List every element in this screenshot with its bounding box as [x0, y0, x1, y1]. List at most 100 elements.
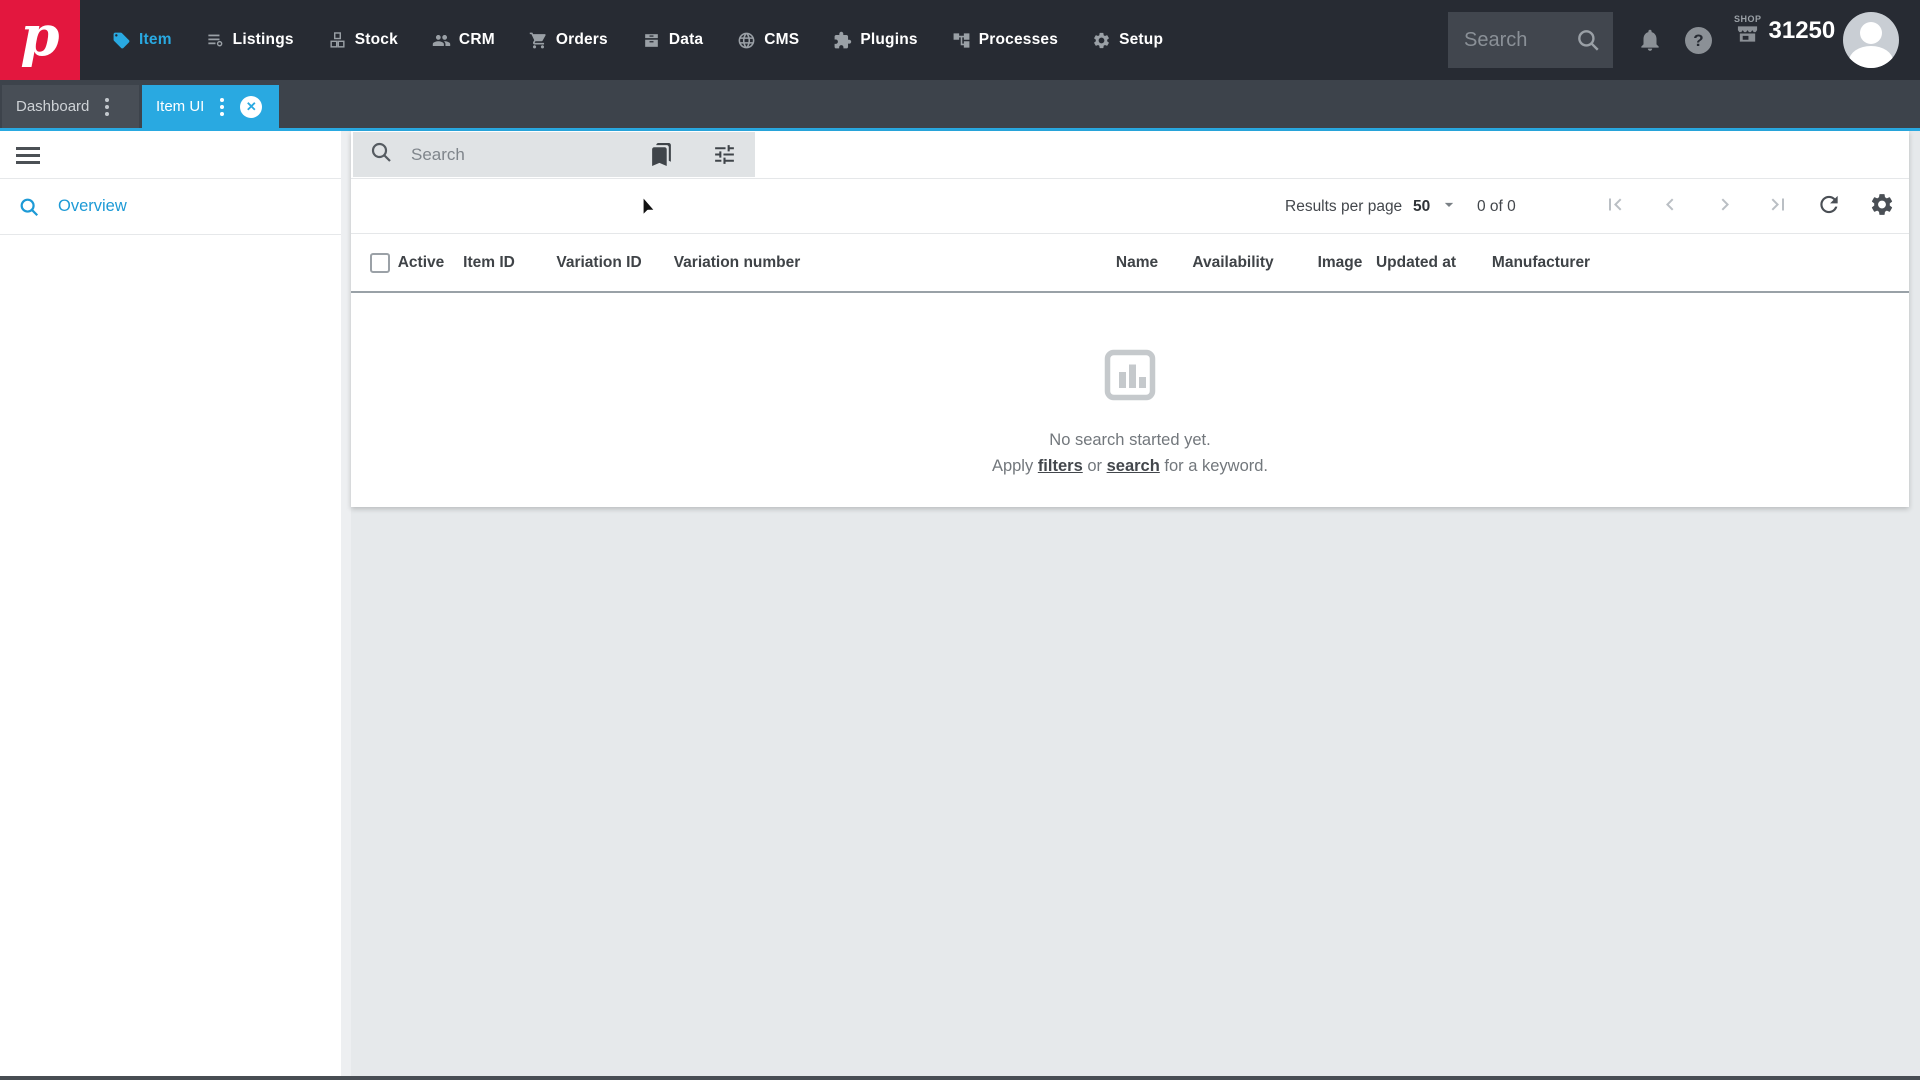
menu-item-label: Listings: [233, 31, 294, 49]
gear-icon: [1869, 191, 1895, 217]
menu-toggle-button[interactable]: [16, 147, 40, 165]
tab-label: Dashboard: [16, 98, 89, 115]
select-all-checkbox[interactable]: [370, 253, 390, 273]
results-per-page-select[interactable]: 50: [1413, 198, 1430, 216]
tab-menu-kebab-icon[interactable]: [101, 94, 113, 120]
item-search-card: Results per page 50 0 of 0: [351, 131, 1909, 507]
menu-item-orders[interactable]: Orders: [529, 31, 608, 50]
empty-state: No search started yet. Apply filters or …: [351, 295, 1909, 476]
hint-text: or: [1083, 457, 1107, 475]
puzzle-icon: [833, 31, 852, 50]
item-search-field[interactable]: [353, 132, 755, 177]
chevron-right-icon: [1713, 192, 1737, 216]
last-page-button[interactable]: [1766, 192, 1790, 221]
shop-id-value: 31250: [1769, 18, 1836, 44]
menu-item-cms[interactable]: CMS: [737, 31, 799, 50]
first-page-button[interactable]: [1603, 192, 1627, 221]
empty-state-hint: Apply filters or search for a keyword.: [351, 457, 1909, 476]
avatar-head: [1860, 22, 1882, 44]
menu-item-data[interactable]: Data: [642, 31, 703, 50]
menu-item-label: Setup: [1119, 31, 1163, 49]
menu-item-item[interactable]: Item: [112, 31, 172, 50]
menu-item-processes[interactable]: Processes: [952, 31, 1058, 50]
previous-page-button[interactable]: [1658, 192, 1682, 221]
storefront-icon: SHOP: [1734, 14, 1762, 44]
column-header-name[interactable]: Name: [1116, 254, 1158, 272]
filters-button[interactable]: [712, 142, 737, 167]
menu-item-label: Plugins: [860, 31, 917, 49]
notifications-button[interactable]: [1637, 27, 1663, 58]
main-content: Results per page 50 0 of 0: [351, 131, 1920, 1076]
open-tabs-bar: Dashboard Item UI ✕: [0, 80, 1920, 128]
menu-item-plugins[interactable]: Plugins: [833, 31, 917, 50]
hint-text: for a keyword.: [1160, 457, 1268, 475]
column-header-updated-at[interactable]: Updated at: [1376, 254, 1456, 272]
next-page-button[interactable]: [1713, 192, 1737, 221]
table-settings-button[interactable]: [1869, 191, 1895, 222]
people-icon: [432, 31, 451, 50]
tab-close-button[interactable]: ✕: [240, 96, 262, 118]
chevron-down-icon[interactable]: [1439, 194, 1459, 219]
sidebar-item-overview[interactable]: Overview: [0, 179, 341, 235]
menu-item-stock[interactable]: Stock: [328, 31, 398, 50]
cart-icon: [529, 31, 548, 50]
menu-item-listings[interactable]: Listings: [206, 31, 294, 50]
window-bottom-edge: [0, 1076, 1920, 1080]
menu-item-label: Orders: [556, 31, 608, 49]
tab-menu-kebab-icon[interactable]: [216, 94, 228, 120]
tab-item-ui[interactable]: Item UI ✕: [142, 85, 279, 128]
help-button[interactable]: ?: [1685, 27, 1712, 54]
menu-item-label: Data: [669, 31, 703, 49]
chevron-left-icon: [1658, 192, 1682, 216]
results-per-page-label: Results per page: [1285, 198, 1402, 216]
avatar-body: [1849, 46, 1893, 68]
flow-icon: [952, 31, 971, 50]
bookmarks-icon: [649, 142, 674, 167]
column-header-image[interactable]: Image: [1318, 254, 1363, 272]
tab-dashboard[interactable]: Dashboard: [2, 85, 139, 128]
column-header-variation-id[interactable]: Variation ID: [556, 254, 641, 272]
hint-text: Apply: [992, 457, 1038, 475]
global-search[interactable]: [1448, 12, 1613, 68]
toolbar-row: [351, 131, 1909, 179]
close-icon: ✕: [246, 100, 257, 113]
main-menu: Item Listings Stock CRM Orders Data CMS: [112, 0, 1163, 80]
bell-icon: [1637, 27, 1663, 53]
refresh-button[interactable]: [1816, 191, 1842, 222]
tag-icon: [112, 31, 131, 50]
plentymarkets-logo[interactable]: p: [0, 0, 80, 80]
menu-item-label: Processes: [979, 31, 1058, 49]
menu-item-label: Item: [139, 31, 172, 49]
bar-chart-icon: [1100, 345, 1160, 405]
sidebar-scrollbar-gutter[interactable]: [341, 131, 351, 1076]
question-mark-icon: ?: [1693, 31, 1703, 51]
menu-item-crm[interactable]: CRM: [432, 31, 495, 50]
search-icon[interactable]: [1575, 27, 1601, 53]
tune-icon: [712, 142, 737, 167]
menu-item-label: CRM: [459, 31, 495, 49]
column-header-item-id[interactable]: Item ID: [463, 254, 515, 272]
gear-icon: [1092, 31, 1111, 50]
search-link[interactable]: search: [1107, 457, 1160, 475]
column-header-manufacturer[interactable]: Manufacturer: [1492, 254, 1590, 272]
filters-link[interactable]: filters: [1038, 457, 1083, 475]
globe-icon: [737, 31, 756, 50]
column-header-availability[interactable]: Availability: [1192, 254, 1273, 272]
user-avatar[interactable]: [1843, 12, 1899, 68]
tab-label: Item UI: [156, 98, 204, 115]
global-search-input[interactable]: [1464, 29, 1575, 52]
menu-item-setup[interactable]: Setup: [1092, 31, 1163, 50]
column-header-variation-number[interactable]: Variation number: [674, 254, 801, 272]
results-range-label: 0 of 0: [1477, 198, 1516, 216]
top-navigation-bar: p Item Listings Stock CRM Orders Data: [0, 0, 1920, 80]
brand-glyph: p: [20, 8, 59, 64]
column-header-active[interactable]: Active: [398, 254, 445, 272]
last-page-icon: [1766, 192, 1790, 216]
menu-item-label: CMS: [764, 31, 799, 49]
table-header-row: Active Item ID Variation ID Variation nu…: [351, 235, 1909, 293]
item-search-input[interactable]: [411, 145, 641, 165]
empty-state-title: No search started yet.: [351, 431, 1909, 450]
saved-searches-button[interactable]: [649, 142, 674, 167]
menu-item-label: Stock: [355, 31, 398, 49]
shop-id-indicator[interactable]: SHOP 31250: [1734, 14, 1835, 44]
